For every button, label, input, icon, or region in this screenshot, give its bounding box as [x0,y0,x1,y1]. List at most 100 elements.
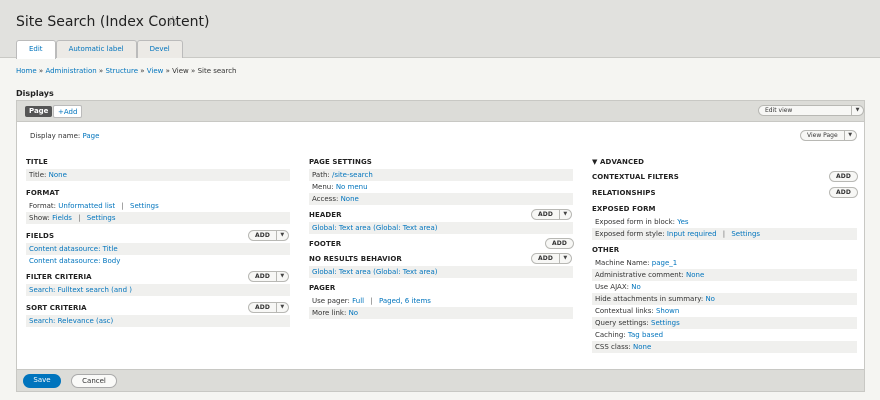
css-class-label: CSS class: [595,343,631,351]
use-pager-row: Use pager: Full | Paged, 6 items [312,297,431,305]
chevron-down-icon[interactable]: ▼ [560,254,571,263]
contextual-filters-add-button[interactable]: Add [829,171,858,182]
sort-section-heading: SORT CRITERIA Add ▼ [26,301,290,315]
more-link-value-link[interactable]: No [349,309,359,317]
tab-automatic-label[interactable]: Automatic label [55,40,137,58]
format-settings-link[interactable]: Settings [130,202,159,210]
exposed-style-link[interactable]: Input required [667,230,717,238]
chevron-down-icon[interactable]: ▼ [845,131,856,140]
header-row: Global: Text area (Global: Text area) [309,222,573,234]
no-results-heading: NO RESULTS BEHAVIOR Add ▼ [309,252,573,266]
contextual-links-row: Contextual links: Shown [592,305,857,317]
title-label: Title: [29,171,47,179]
exposed-block-link[interactable]: Yes [677,218,688,226]
no-results-textarea-link[interactable]: Global: Text area (Global: Text area) [312,268,438,276]
breadcrumb-separator: » [140,67,145,75]
display-name: Display name: Page [30,132,99,140]
chevron-down-icon[interactable]: ▼ [560,210,571,219]
admin-comment-link[interactable]: None [686,271,704,279]
tab-edit[interactable]: Edit [16,40,56,59]
edit-view-name-dropbutton: Edit view name/description ▼ [758,105,864,116]
admin-comment-row: Administrative comment: None [592,269,857,281]
format-row: Format: Unformatted list | Settings [29,202,159,210]
exposed-style-label: Exposed form style: [595,230,665,238]
field-row-body: Content datasource: Body [26,255,290,267]
form-actions: Save Cancel [17,369,864,391]
use-ajax-label: Use AJAX: [595,283,629,291]
query-settings-row: Query settings: Settings [592,317,857,329]
css-class-link[interactable]: None [633,343,651,351]
display-name-label: Display name: [30,132,81,140]
save-button[interactable]: Save [23,374,61,388]
contextual-links-link[interactable]: Shown [656,307,679,315]
breadcrumb-home[interactable]: Home [16,67,37,75]
header-textarea-link[interactable]: Global: Text area (Global: Text area) [312,224,438,232]
edit-view-name-button[interactable]: Edit view name/description [759,106,853,115]
contextual-links-label: Contextual links: [595,307,654,315]
field-row-title: Content datasource: Title [26,243,290,255]
header-section-heading: HEADER Add ▼ [309,208,573,222]
no-results-add-dropbutton: Add ▼ [531,253,572,264]
exposed-style-settings-link[interactable]: Settings [731,230,760,238]
machine-name-label: Machine Name: [595,259,650,267]
sort-add-dropbutton: Add ▼ [248,302,289,313]
chevron-down-icon[interactable]: ▼ [277,303,288,312]
breadcrumb-structure[interactable]: Structure [105,67,138,75]
caching-link[interactable]: Tag based [628,331,663,339]
show-row: Show: Fields | Settings [26,212,290,224]
breadcrumb-view[interactable]: View [147,67,164,75]
displays-heading: Displays [16,89,54,98]
no-results-add-button[interactable]: Add [532,254,560,263]
menu-value-link[interactable]: No menu [336,183,368,191]
path-value-link[interactable]: /site-search [332,171,373,179]
query-settings-link[interactable]: Settings [651,319,680,327]
use-pager-paged-link[interactable]: Paged, 6 items [379,297,431,305]
use-ajax-link[interactable]: No [631,283,641,291]
filter-fulltext-link[interactable]: Search: Fulltext search (and ) [29,286,132,294]
format-label: Format: [29,202,57,210]
footer-section-heading: FOOTER Add [309,237,574,251]
path-label: Path: [312,171,330,179]
format-value-link[interactable]: Unformatted list [58,202,115,210]
fields-section-heading: FIELDS Add ▼ [26,229,290,243]
format-section-heading: FORMAT [26,189,60,197]
caching-label: Caching: [595,331,626,339]
sort-add-button[interactable]: Add [249,303,277,312]
cancel-button[interactable]: Cancel [71,374,117,388]
show-settings-link[interactable]: Settings [87,214,116,222]
use-pager-label: Use pager: [312,297,350,305]
sort-relevance-link[interactable]: Search: Relevance (asc) [29,317,113,325]
page-display-tab[interactable]: Page [25,106,53,117]
title-value-link[interactable]: None [49,171,67,179]
filter-add-dropbutton: Add ▼ [248,271,289,282]
breadcrumb-administration[interactable]: Administration [45,67,96,75]
field-title-link[interactable]: Content datasource: Title [29,245,118,253]
machine-name-row: Machine Name: page_1 [592,257,857,269]
header-add-button[interactable]: Add [532,210,560,219]
field-body-link[interactable]: Content datasource: Body [29,257,120,265]
chevron-down-icon[interactable]: ▼ [852,106,863,115]
breadcrumb-separator: » [191,67,196,75]
fields-add-button[interactable]: Add [249,231,277,240]
exposed-form-heading: EXPOSED FORM [592,205,656,213]
add-display-button[interactable]: +Add [53,105,83,118]
use-pager-full-link[interactable]: Full [352,297,364,305]
footer-add-button[interactable]: Add [545,238,574,249]
chevron-down-icon[interactable]: ▼ [277,231,288,240]
filter-add-button[interactable]: Add [249,272,277,281]
chevron-down-icon[interactable]: ▼ [277,272,288,281]
display-name-link[interactable]: Page [82,132,99,140]
advanced-toggle[interactable]: ▼ ADVANCED [592,155,857,169]
access-value-link[interactable]: None [341,195,359,203]
title-section-heading: TITLE [26,158,48,166]
show-value-link[interactable]: Fields [52,214,72,222]
pager-section-heading: PAGER [309,284,336,292]
view-page-button[interactable]: View Page [801,131,845,140]
hide-attachments-link[interactable]: No [705,295,715,303]
tab-devel[interactable]: Devel [136,40,183,58]
star-icon[interactable]: ☆ [167,14,179,29]
css-class-row: CSS class: None [592,341,857,353]
relationships-add-button[interactable]: Add [829,187,858,198]
machine-name-link[interactable]: page_1 [652,259,677,267]
column-first: TITLE Title: None FORMAT Format: Unforma… [26,155,290,327]
